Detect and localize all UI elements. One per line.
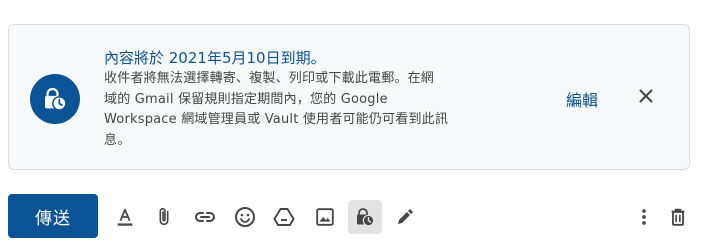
expiry-description: 收件者將無法選擇轉寄、複製、列印或下載此電郵。在網 域的 Gmail 保留規則指… <box>104 69 499 151</box>
attach-icon[interactable] <box>147 200 181 234</box>
send-button[interactable]: 傳送 <box>8 194 98 238</box>
close-icon[interactable] <box>635 85 657 107</box>
more-options-icon[interactable] <box>627 200 661 234</box>
confidential-clock-icon <box>30 74 80 124</box>
edit-link[interactable]: 編輯 <box>566 87 598 111</box>
confidential-mode-icon[interactable] <box>348 200 382 234</box>
description-line: Workspace 網域管理員或 Vault 使用者可能仍可看到此訊 <box>104 112 449 127</box>
link-icon[interactable] <box>188 200 222 234</box>
photo-icon[interactable] <box>308 200 342 234</box>
description-line: 息。 <box>104 132 131 148</box>
confidential-mode-banner: 內容將於 2021年5月10日到期。 收件者將無法選擇轉寄、複製、列印或下載此電… <box>8 24 690 170</box>
expiry-title: 內容將於 2021年5月10日到期。 <box>104 49 326 67</box>
drive-icon[interactable] <box>267 200 301 234</box>
text-format-icon[interactable] <box>108 200 142 234</box>
signature-pen-icon[interactable] <box>388 200 422 234</box>
description-line: 域的 Gmail 保留規則指定期間內，您的 Google <box>104 91 388 107</box>
emoji-icon[interactable] <box>228 200 262 234</box>
delete-icon[interactable] <box>661 200 695 234</box>
description-line: 收件者將無法選擇轉寄、複製、列印或下載此電郵。在網 <box>104 71 435 86</box>
